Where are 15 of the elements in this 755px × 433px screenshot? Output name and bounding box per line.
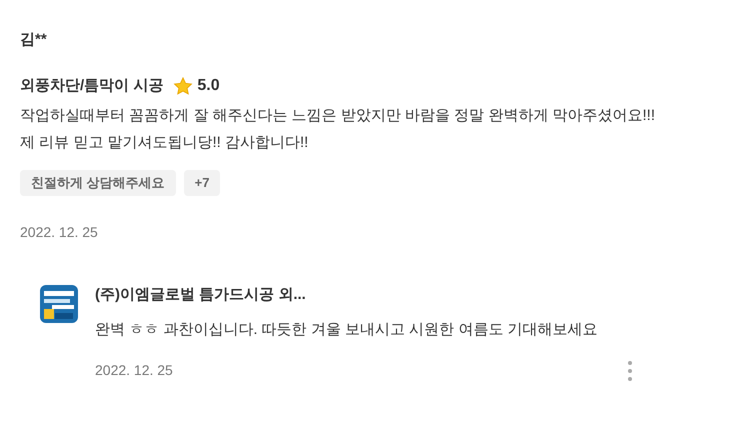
service-title: 외풍차단/틈막이 시공	[20, 76, 164, 96]
more-icon	[628, 360, 632, 380]
keyword-tag: +7	[184, 170, 220, 196]
reviewer-name: 김**	[20, 30, 48, 50]
rating-value: 5.0	[197, 76, 220, 96]
reply-date: 2022. 12. 25	[95, 361, 173, 380]
review-text-line: 작업하실때부터 꼼꼼하게 잘 해주신다는 느낌은 받았지만 바람을 정말 완벽하게 막아주셨어요!!!	[20, 106, 656, 126]
review-date: 2022. 12. 25	[20, 223, 99, 242]
reply-text: 완벽 ㅎㅎ 과찬이십니다. 따듯한 겨울 보내시고 시원한 여름도 기대해보세요	[95, 320, 599, 340]
review-text-line: 제 리뷰 믿고 맡기셔도됩니당!! 감사합니다!!	[20, 133, 310, 153]
company-logo-icon	[40, 285, 78, 323]
star-icon	[173, 76, 194, 96]
keyword-tag: 친절하게 상담해주세요	[20, 170, 176, 196]
company-name: (주)이엠글로벌 틈가드시공 외...	[95, 285, 307, 305]
more-options-button[interactable]	[625, 360, 635, 382]
